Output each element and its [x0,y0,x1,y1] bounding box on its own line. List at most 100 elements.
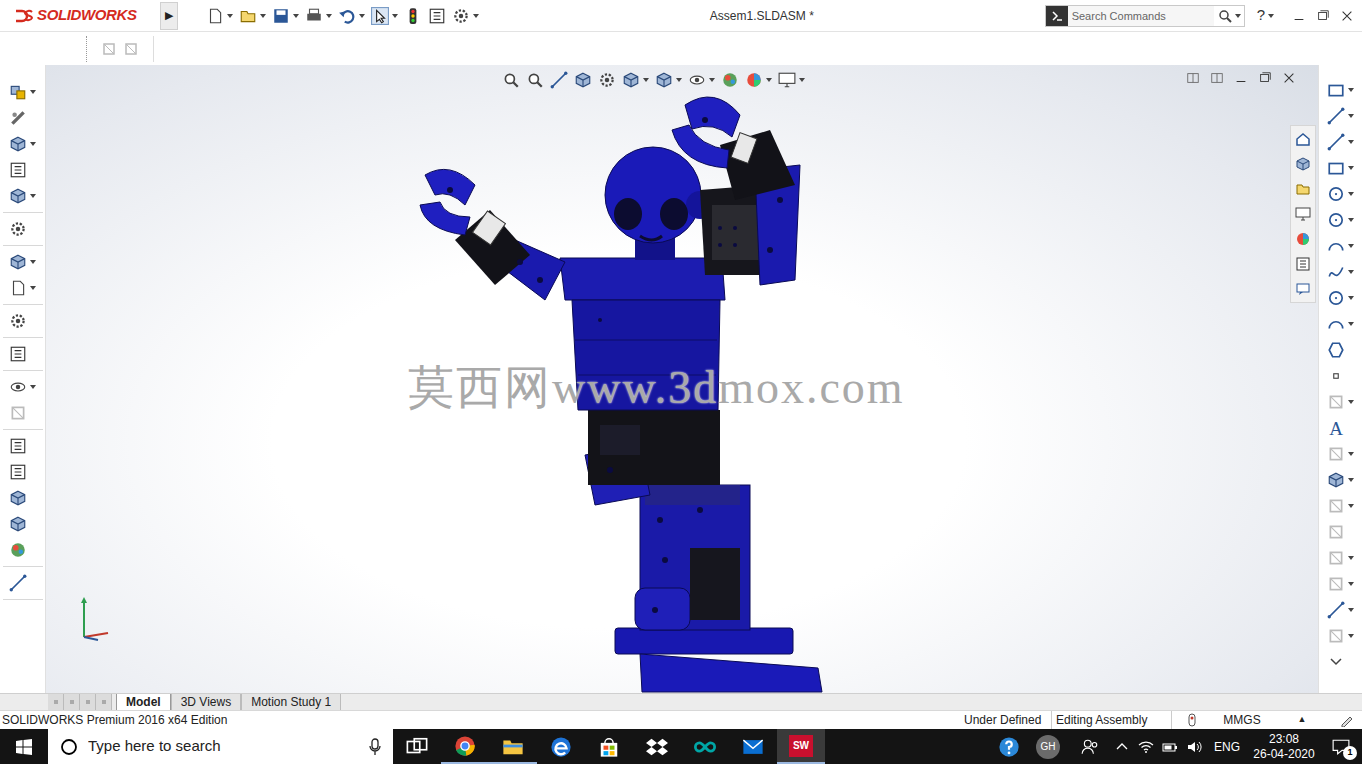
line-icon[interactable] [1327,133,1345,151]
show-hidden-icon[interactable] [9,253,27,271]
display-style-button[interactable] [655,71,682,89]
move-component-icon[interactable] [9,220,27,238]
custom-properties-tab[interactable] [1293,254,1313,274]
dropdown-arrow-icon[interactable] [260,14,266,18]
dropdown-arrow-icon[interactable] [293,14,299,18]
smart-fasteners-button[interactable] [9,183,36,209]
tile-right-icon[interactable] [1210,71,1224,85]
battery-button[interactable] [1158,739,1182,755]
show-hidden-icons-button[interactable] [1110,739,1134,755]
search-icon[interactable] [1217,8,1233,24]
chrome-taskbar-button[interactable] [441,729,489,764]
dropdown-arrow-icon[interactable] [643,78,649,82]
dropdown-arrow-icon[interactable] [1348,114,1354,118]
store-taskbar-button[interactable] [585,729,633,764]
mate-icon[interactable] [9,109,27,127]
dropdown-arrow-icon[interactable] [30,260,36,264]
solidworks-forum-icon[interactable] [1295,281,1311,297]
viewport-minimize-icon[interactable] [1234,71,1248,85]
previous-view-icon[interactable] [550,71,568,89]
save-icon[interactable] [272,7,290,25]
dynamic-annotation-icon[interactable] [598,71,616,89]
file-properties-button[interactable] [428,7,446,25]
file-explorer-tab[interactable] [1293,179,1313,199]
move-entities-icon[interactable] [1327,575,1345,593]
close-icon[interactable] [1340,9,1354,23]
dropdown-arrow-icon[interactable] [1348,478,1354,482]
dropdown-arrow-icon[interactable] [30,385,36,389]
input-language[interactable]: ENG [1206,738,1248,756]
arc-icon[interactable] [1327,237,1345,255]
design-library-tab[interactable] [1293,154,1313,174]
section-view-icon[interactable] [574,71,592,89]
task-view-taskbar-button[interactable] [393,729,441,764]
hide-show-items-button[interactable] [688,71,715,89]
no-external-refs-icon[interactable] [123,41,139,57]
slot-button[interactable] [1327,181,1354,207]
measure-icon[interactable] [9,515,27,533]
display-relations-button[interactable] [1327,597,1354,623]
undo-button[interactable] [338,7,365,25]
new-button[interactable] [206,7,233,25]
edit-component-icon[interactable] [101,41,117,57]
tile-left-icon[interactable] [1186,71,1200,85]
polygon-icon[interactable] [1327,341,1345,359]
dropdown-arrow-icon[interactable] [1348,582,1354,586]
dropdown-arrow-icon[interactable] [30,194,36,198]
dropdown-arrow-icon[interactable] [676,78,682,82]
dropdown-arrow-icon[interactable] [30,142,36,146]
spline-icon[interactable] [1327,263,1345,281]
offset-icon[interactable] [1327,471,1345,489]
options-icon[interactable] [452,7,470,25]
bill-of-materials-icon[interactable] [9,378,27,396]
hide-show-items-icon[interactable] [688,71,706,89]
network-button[interactable] [1134,739,1158,755]
open-button[interactable] [239,7,266,25]
linear-sketch-pattern-button[interactable] [1327,545,1354,571]
ellipse-icon[interactable] [1327,289,1345,307]
file-properties-icon[interactable] [428,7,446,25]
smart-fasteners-icon[interactable] [9,187,27,205]
dropdown-arrow-icon[interactable] [1348,296,1354,300]
dropdown-arrow-icon[interactable] [1268,14,1274,18]
insert-components-icon[interactable] [9,83,27,101]
unit-system[interactable]: MMGS [1212,711,1272,729]
previous-view-button[interactable] [550,71,568,89]
graphics-area[interactable]: 莫西网www.3dmox.com [46,65,1318,693]
sketch-icon[interactable] [1327,81,1345,99]
new-icon[interactable] [206,7,224,25]
dropdown-arrow-icon[interactable] [392,14,398,18]
fillet-button[interactable] [1327,311,1354,337]
rebuild-icon[interactable] [404,7,422,25]
polygon-button[interactable] [1327,337,1354,363]
undo-icon[interactable] [338,7,356,25]
zoom-to-area-icon[interactable] [526,71,544,89]
interference-detection-button[interactable] [9,433,36,459]
insert-components-button[interactable] [9,79,36,105]
dynamic-annotation-button[interactable] [598,71,616,89]
command-search-type[interactable] [1046,6,1068,26]
slot-icon[interactable] [1327,185,1345,203]
more-button[interactable] [1330,649,1351,675]
smart-dimension-icon[interactable] [1327,107,1345,125]
people-button[interactable] [1070,738,1110,756]
offset-button[interactable] [1327,467,1354,493]
axis-triad-icon[interactable] [76,593,116,643]
dropdown-arrow-icon[interactable] [30,90,36,94]
dropdown-arrow-icon[interactable] [227,14,233,18]
exploded-view-button[interactable] [9,400,36,426]
viewport-close-icon[interactable] [1282,71,1296,85]
dropdown-arrow-icon[interactable] [1348,140,1354,144]
help-button[interactable]: ? [1257,4,1274,27]
file-explorer-taskbar-button[interactable] [489,729,537,764]
dropdown-arrow-icon[interactable] [1348,270,1354,274]
circle-button[interactable] [1327,207,1354,233]
select-button[interactable] [371,7,398,25]
move-component-button[interactable] [9,216,36,242]
rectangle-button[interactable] [1327,155,1354,181]
new-motion-study-icon[interactable] [9,345,27,363]
spline-button[interactable] [1327,259,1354,285]
start-button[interactable] [0,729,48,764]
display-relations-icon[interactable] [1327,601,1345,619]
instant3d-icon[interactable] [9,574,27,592]
